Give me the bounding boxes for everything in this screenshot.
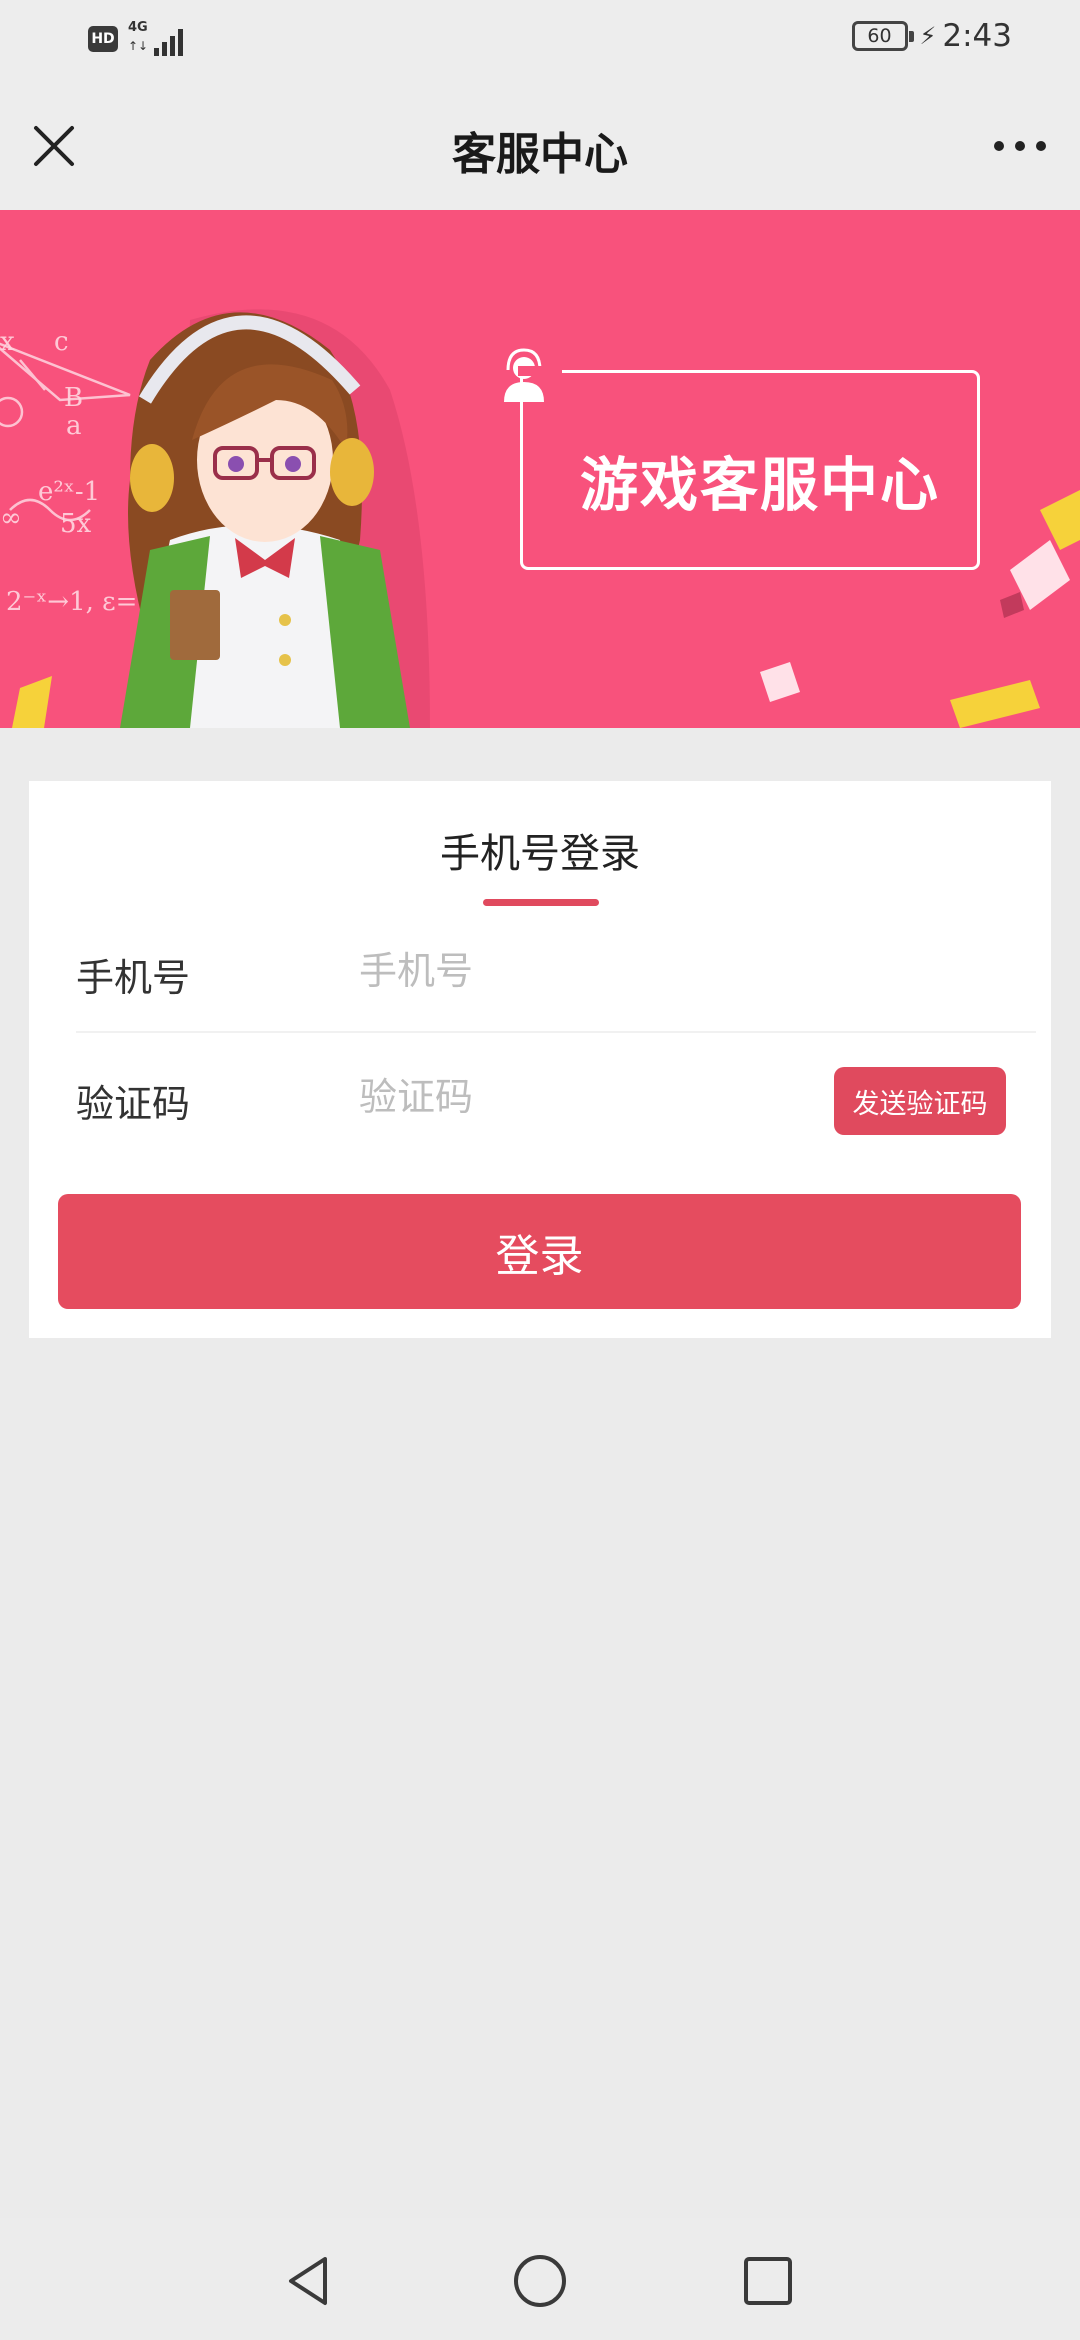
code-label: 验证码 [76, 1082, 191, 1126]
triangle-back-icon [289, 2257, 327, 2305]
more-dot [1015, 141, 1025, 151]
nav-recents-button[interactable] [733, 2246, 803, 2316]
network-type-label: 4G [128, 20, 148, 35]
signal-bar [178, 29, 183, 56]
svg-text:a: a [66, 411, 82, 441]
svg-text:c: c [54, 327, 69, 357]
status-right: 60 ⚡ 2:43 [851, 18, 1012, 54]
login-button[interactable]: 登录 [58, 1194, 1021, 1309]
signal-bar [170, 36, 175, 56]
svg-text:x: x [0, 327, 15, 357]
more-button[interactable] [988, 122, 1052, 170]
signal-bars [154, 29, 183, 56]
screen: HD 4G ↑↓ 60 ⚡ 2:43 客服中心 x c B a e²ˣ-1 5x… [0, 0, 1080, 2340]
send-code-button[interactable]: 发送验证码 [834, 1067, 1006, 1135]
circle-home-icon [514, 2255, 566, 2307]
svg-text:B: B [64, 383, 83, 413]
login-tab-title[interactable]: 手机号登录 [29, 821, 1051, 879]
system-nav-bar [0, 2218, 1080, 2340]
data-arrows-icon: ↑↓ [128, 39, 149, 53]
battery-level: 60 [867, 25, 892, 47]
battery-icon: 60 [851, 21, 914, 51]
banner-title: 游戏客服中心 [579, 451, 940, 519]
svg-text:∞: ∞ [0, 503, 22, 533]
phone-label: 手机号 [76, 956, 191, 1000]
banner: x c B a e²ˣ-1 5x ∞ 2⁻ˣ→1, ε= 游戏客服中心 [0, 210, 1080, 728]
nav-back-button[interactable] [274, 2246, 344, 2316]
phone-input[interactable] [359, 941, 839, 1001]
nav-home-button[interactable] [505, 2246, 575, 2316]
cellular-signal-icon: 4G ↑↓ [128, 20, 184, 56]
status-left: HD 4G ↑↓ [88, 20, 184, 56]
title-bar: 客服中心 [0, 82, 1080, 210]
bolt-icon: ⚡ [919, 22, 937, 50]
banner-frame-gap [518, 366, 562, 376]
signal-bar [162, 42, 167, 56]
page-title: 客服中心 [452, 129, 628, 180]
square-recents-icon [744, 2257, 792, 2305]
row-divider [76, 1031, 1036, 1033]
svg-text:2⁻ˣ→1, ε=: 2⁻ˣ→1, ε= [6, 587, 137, 617]
status-bar: HD 4G ↑↓ 60 ⚡ 2:43 [0, 0, 1080, 82]
svg-text:e²ˣ-1: e²ˣ-1 [38, 477, 100, 507]
status-time: 2:43 [942, 18, 1012, 54]
more-dot [994, 141, 1004, 151]
verification-code-input[interactable] [359, 1067, 799, 1127]
signal-bar [154, 48, 159, 56]
hd-badge: HD [88, 26, 118, 52]
login-card: 手机号登录 手机号 验证码 发送验证码 登录 [29, 781, 1051, 1338]
active-tab-indicator [483, 899, 599, 906]
more-dot [1036, 141, 1046, 151]
svg-text:5x: 5x [60, 509, 92, 539]
